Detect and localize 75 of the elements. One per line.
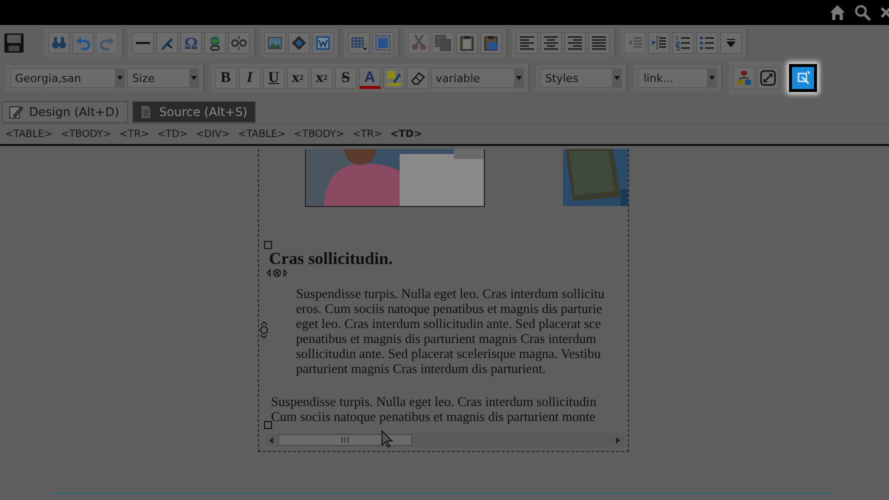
move-handle-icon[interactable] — [259, 321, 269, 339]
format-button[interactable]: I — [238, 67, 261, 89]
format-button[interactable]: U — [262, 67, 285, 89]
tag-path-item[interactable]: <TABLE> — [5, 128, 53, 140]
paragraph-line: eros. Cum sociis natoque penatibus et magnis dis parturie — [296, 301, 602, 316]
pencil-page-icon — [9, 105, 23, 119]
tag-path-item[interactable]: <TD> — [157, 128, 188, 140]
horizontal-rule-icon — [136, 42, 150, 44]
resize-handle[interactable] — [264, 241, 272, 249]
dropdown[interactable]: link... — [638, 68, 718, 88]
page-icon — [139, 105, 154, 119]
paragraph-line: Suspendisse turpis. Nulla eget leo. Cras interdum sollicitudin — [271, 394, 596, 409]
numbered-list-icon — [675, 35, 691, 51]
paragraph-line: penatibus et magnis dis parturient magnis Cras interdum — [296, 331, 596, 346]
paragraph-line: sollicitudin ante. Sed placerat scelerisque magna. Vestibu — [296, 346, 601, 361]
binoculars-icon — [51, 35, 67, 51]
scissors-icon — [411, 35, 427, 51]
tag-path-item[interactable]: <TBODY> — [60, 128, 112, 140]
horizontal-scrollbar[interactable] — [265, 433, 625, 447]
format-button[interactable]: x$^{2}$ — [286, 67, 309, 89]
eraser-icon — [410, 70, 426, 86]
format-button[interactable]: B — [214, 67, 237, 89]
clipboard-icon — [459, 35, 475, 51]
resize-handle[interactable] — [264, 421, 272, 429]
scrollbar-thumb[interactable] — [278, 434, 412, 446]
undo-icon — [75, 35, 91, 51]
pen-icon — [159, 35, 175, 51]
redo-icon — [99, 35, 115, 51]
tag-path-item[interactable]: <TBODY> — [294, 128, 344, 140]
toolbar-button[interactable] — [789, 64, 818, 92]
sitemap-icon — [736, 70, 752, 86]
format-button[interactable]: Ω — [180, 32, 202, 54]
align-center-icon — [543, 35, 559, 51]
paragraph-line: parturient magnis Cras interdum dis parturient. — [296, 361, 546, 376]
paragraph-line: eget leo. Cras interdum sollicitudin ante. Sed placerat sce — [296, 316, 601, 331]
save-icon — [3, 32, 25, 54]
highlighter-icon — [386, 70, 402, 86]
media-icon — [291, 35, 307, 51]
left-arrow-icon[interactable] — [269, 436, 274, 444]
clipboard-icon — [483, 35, 499, 51]
copy-icon — [435, 35, 451, 51]
bulleted-list-icon — [699, 35, 715, 51]
dropdown[interactable]: Georgia,san — [10, 68, 126, 88]
tag-path-item[interactable]: <TD> — [390, 128, 422, 140]
dropdown[interactable]: variable — [430, 68, 524, 88]
dropdown[interactable]: Styles — [540, 68, 622, 88]
caret-icon — [727, 39, 735, 47]
mode-tab[interactable]: Design (Alt+D) — [2, 101, 128, 123]
justify-icon — [591, 35, 607, 51]
right-arrow-icon[interactable] — [616, 436, 621, 444]
select-all-icon — [375, 35, 391, 51]
unlink-icon — [231, 35, 247, 51]
paragraph-line: Suspendisse turpis. Nulla eget leo. Cras interdum sollicitu — [296, 286, 604, 301]
align-right-icon — [567, 35, 583, 51]
heading: Cras sollicitudin. — [269, 249, 393, 269]
mouse-pointer-icon — [381, 430, 393, 448]
mode-tab[interactable]: Source (Alt+S) — [132, 101, 256, 123]
resize-icon — [760, 70, 776, 86]
search-icon[interactable] — [854, 4, 871, 21]
tag-path-item[interactable]: <TR> — [352, 128, 382, 140]
format-button[interactable]: S — [334, 67, 357, 89]
move-handle-icon[interactable] — [267, 269, 287, 277]
tag-path-item[interactable]: <DIV> — [196, 128, 230, 140]
tag-path-item[interactable]: <TR> — [119, 128, 150, 140]
image-icon — [267, 35, 283, 51]
indent-icon — [651, 35, 667, 51]
home-icon[interactable] — [829, 4, 846, 21]
document-icon — [315, 35, 331, 51]
dropdown[interactable]: Size — [127, 68, 199, 88]
table-icon — [351, 35, 367, 51]
align-left-icon — [519, 35, 535, 51]
tag-path-item[interactable]: <TABLE> — [238, 128, 286, 140]
globe-link-icon — [207, 35, 223, 51]
paragraph-line: Cum sociis natoque penatibus et magnis dis parturient monte — [271, 409, 596, 424]
format-button[interactable]: A — [358, 67, 381, 89]
